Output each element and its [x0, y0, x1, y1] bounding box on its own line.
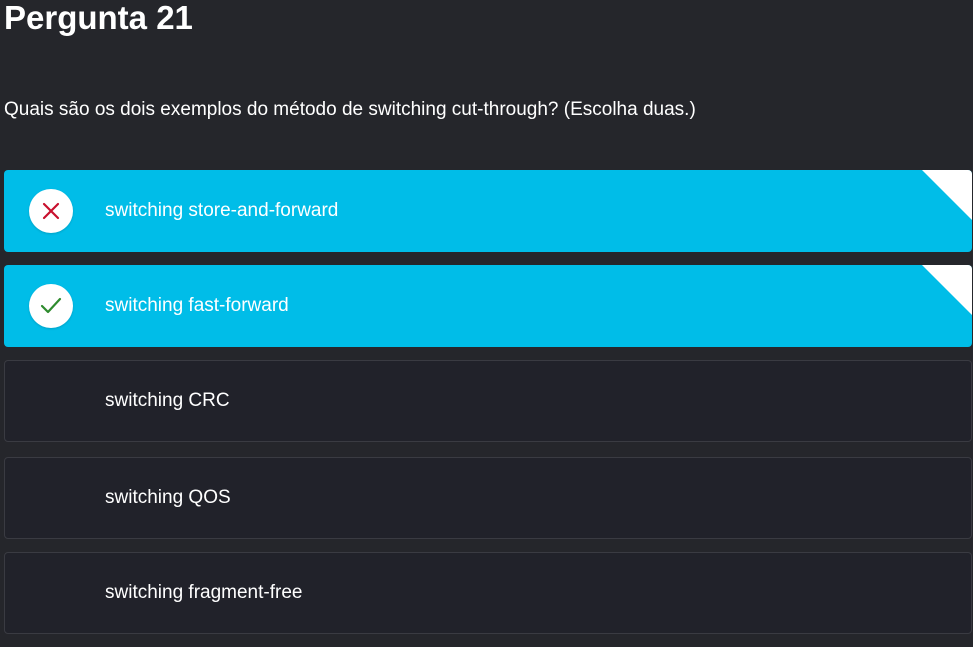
- option-label: switching fast-forward: [105, 295, 289, 316]
- option-store-and-forward[interactable]: switching store-and-forward: [4, 170, 972, 252]
- option-fragment-free[interactable]: switching fragment-free: [4, 552, 972, 634]
- page-title: Pergunta 21: [4, 0, 193, 36]
- answer-options: switching store-and-forward switching fa…: [4, 170, 972, 647]
- corner-flag: [922, 265, 972, 315]
- corner-flag: [922, 170, 972, 220]
- option-fast-forward[interactable]: switching fast-forward: [4, 265, 972, 347]
- option-label: switching fragment-free: [105, 582, 303, 603]
- check-icon: [29, 284, 73, 328]
- question-text: Quais são os dois exemplos do método de …: [4, 99, 696, 120]
- option-label: switching QOS: [105, 487, 231, 508]
- option-crc[interactable]: switching CRC: [4, 360, 972, 442]
- option-qos[interactable]: switching QOS: [4, 457, 972, 539]
- option-label: switching CRC: [105, 390, 230, 411]
- x-icon: [29, 189, 73, 233]
- option-label: switching store-and-forward: [105, 200, 339, 221]
